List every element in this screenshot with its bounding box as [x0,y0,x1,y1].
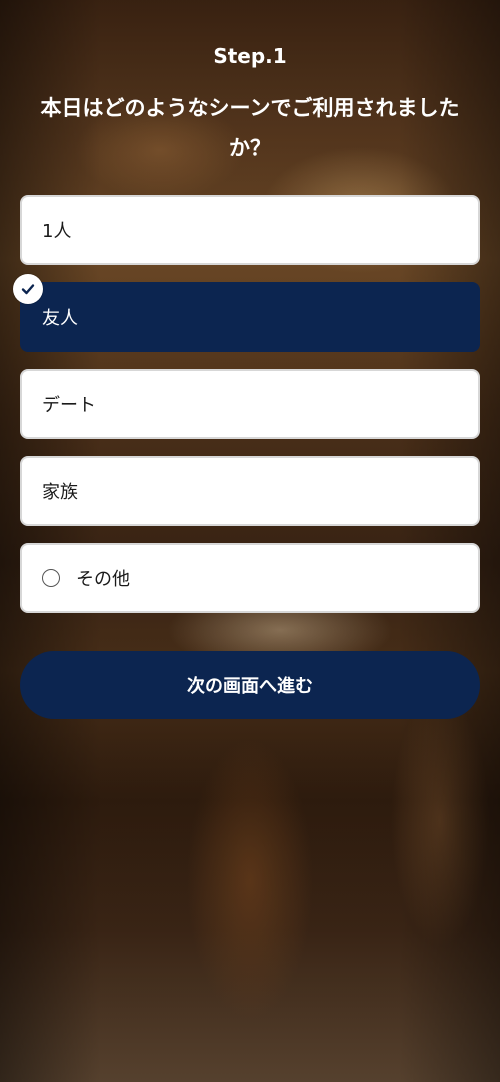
radio-circle-icon[interactable] [42,569,60,587]
option-label: デート [42,395,96,416]
option-solo[interactable]: 1人 [20,195,480,265]
option-label: 家族 [42,482,78,503]
option-family[interactable]: 家族 [20,456,480,526]
option-friends[interactable]: 友人 [20,282,480,352]
option-other[interactable]: その他 [20,543,480,613]
check-icon [13,274,43,304]
next-screen-button[interactable]: 次の画面へ進む [20,651,480,719]
option-label: 1人 [42,221,72,242]
question-text: 本日はどのようなシーンでご利用されましたか？ [40,96,460,160]
option-label: 友人 [42,308,78,329]
next-button-label: 次の画面へ進む [187,676,313,697]
step-indicator: Step.1 [213,44,287,68]
option-date[interactable]: デート [20,369,480,439]
option-label: その他 [76,569,130,590]
